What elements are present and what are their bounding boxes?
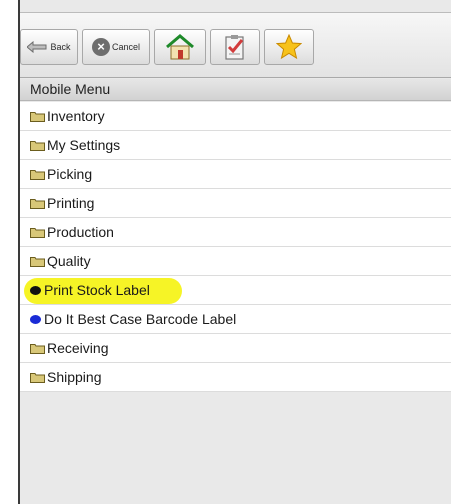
- menu-list: Inventory My Settings Picking Printing P…: [20, 102, 451, 392]
- cancel-button-label: Cancel: [111, 42, 140, 52]
- menu-item-label: Shipping: [47, 369, 102, 385]
- menu-item-printing[interactable]: Printing: [20, 189, 451, 218]
- cancel-button[interactable]: × Cancel: [82, 29, 150, 65]
- folder-icon: [30, 256, 45, 267]
- menu-item-label: Receiving: [47, 340, 109, 356]
- app-frame: Back × Cancel Mobile Menu Inventory My S…: [18, 0, 451, 504]
- back-button[interactable]: Back: [20, 29, 78, 65]
- folder-icon: [30, 372, 45, 383]
- menu-item-picking[interactable]: Picking: [20, 160, 451, 189]
- menu-item-label: Picking: [47, 166, 93, 182]
- menu-title: Mobile Menu: [20, 79, 451, 101]
- checklist-icon: [225, 35, 244, 60]
- menu-item-label: Do It Best Case Barcode Label: [44, 311, 237, 327]
- folder-icon: [30, 140, 45, 151]
- menu-item-label: Inventory: [47, 108, 105, 124]
- black-dot-icon: [30, 285, 41, 295]
- menu-item-label: Production: [47, 224, 114, 240]
- favorites-button[interactable]: [264, 29, 314, 65]
- menu-item-label: My Settings: [47, 137, 121, 153]
- home-icon: [166, 34, 194, 60]
- menu-item-quality[interactable]: Quality: [20, 247, 451, 276]
- close-icon: ×: [91, 38, 110, 56]
- folder-icon: [30, 343, 45, 354]
- tasks-button[interactable]: [210, 29, 260, 65]
- folder-icon: [30, 169, 45, 180]
- folder-icon: [30, 111, 45, 122]
- folder-icon: [30, 227, 45, 238]
- home-button[interactable]: [154, 29, 206, 65]
- star-icon: [276, 34, 302, 60]
- menu-item-production[interactable]: Production: [20, 218, 451, 247]
- menu-item-receiving[interactable]: Receiving: [20, 334, 451, 363]
- blue-dot-icon: [30, 314, 41, 324]
- back-button-label: Back: [50, 42, 71, 52]
- menu-item-print-stock-label[interactable]: Print Stock Label: [20, 276, 451, 305]
- back-arrow-icon: [27, 41, 47, 53]
- folder-icon: [30, 198, 45, 209]
- toolbar: Back × Cancel: [20, 12, 451, 78]
- menu-item-label: Print Stock Label: [44, 282, 150, 298]
- menu-item-do-it-best-case-barcode-label[interactable]: Do It Best Case Barcode Label: [20, 305, 451, 334]
- menu-item-inventory[interactable]: Inventory: [20, 102, 451, 131]
- menu-item-my-settings[interactable]: My Settings: [20, 131, 451, 160]
- menu-item-label: Quality: [47, 253, 91, 269]
- menu-item-shipping[interactable]: Shipping: [20, 363, 451, 392]
- menu-item-label: Printing: [47, 195, 95, 211]
